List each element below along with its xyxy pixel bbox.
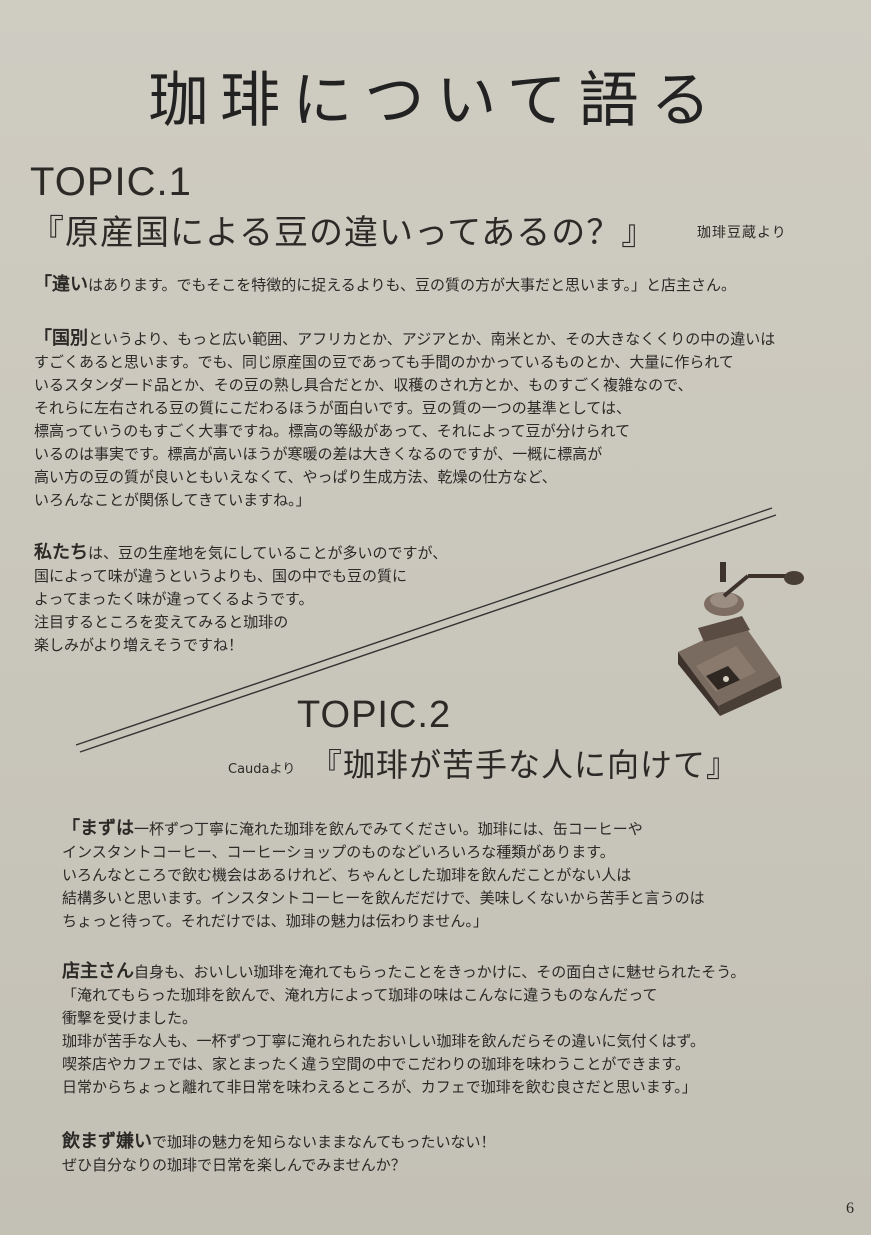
para5-lines: 「淹れてもらった珈琲を飲んで、淹れ方によって珈琲の味はこんなに違うものなんだって… <box>62 986 706 1096</box>
page-number: 6 <box>846 1200 854 1217</box>
topic2-label: TOPIC.2 <box>297 694 452 736</box>
para5-line1: 自身も、おいしい珈琲を淹れてもらったことをきっかけに、その面白さに魅せられたそう… <box>134 963 746 981</box>
page: 珈琲について語る TOPIC.1 『原産国による豆の違いってあるの？』 珈琲豆蔵… <box>0 0 871 1235</box>
topic2-heading: 『珈琲が苦手な人に向けて』 <box>310 746 740 784</box>
para5-lead: 店主さん <box>62 961 134 982</box>
para6-line1: で珈琲の魅力を知らないままなんてもったいない！ <box>152 1133 496 1151</box>
topic2-paragraph-1: 「まずは一杯ずつ丁寧に淹れた珈琲を飲んでみてください。珈琲には、缶コーヒーや イ… <box>62 817 705 933</box>
topic2-source: Caudaより <box>228 762 296 777</box>
para4-lead: 「まずは <box>62 818 134 839</box>
coffee-grinder-icon <box>678 562 804 716</box>
topic2-paragraph-3: 飲まず嫌いで珈琲の魅力を知らないままなんてもったいない！ ぜひ自分なりの珈琲で日… <box>62 1130 496 1177</box>
para6-lead: 飲まず嫌い <box>62 1131 152 1152</box>
para6-lines: ぜひ自分なりの珈琲で日常を楽しんでみませんか？ <box>62 1156 406 1174</box>
para4-line1: 一杯ずつ丁寧に淹れた珈琲を飲んでみてください。珈琲には、缶コーヒーや <box>134 820 643 838</box>
para4-lines: インスタントコーヒー、コーヒーショップのものなどいろいろな種類があります。 いろ… <box>62 843 705 930</box>
topic2-paragraph-2: 店主さん自身も、おいしい珈琲を淹れてもらったことをきっかけに、その面白さに魅せら… <box>62 960 745 1099</box>
